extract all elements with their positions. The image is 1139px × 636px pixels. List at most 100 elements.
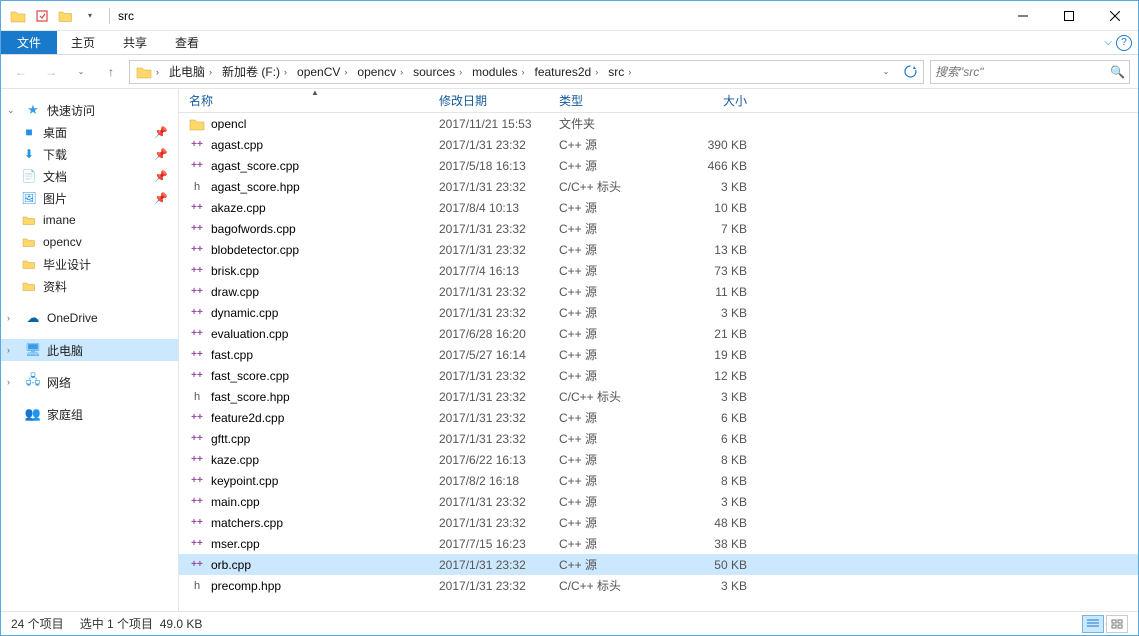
file-row[interactable]: ++feature2d.cpp2017/1/31 23:32C++ 源6 KB — [179, 407, 1138, 428]
pin-icon: 📌 — [154, 126, 178, 139]
file-row[interactable]: ++agast_score.cpp2017/5/18 16:13C++ 源466… — [179, 155, 1138, 176]
file-name: bagofwords.cpp — [211, 222, 296, 236]
col-size[interactable]: 大小 — [675, 92, 747, 109]
star-icon: ★ — [25, 102, 41, 118]
ribbon-file-tab[interactable]: 文件 — [1, 31, 57, 54]
addr-dropdown-icon[interactable]: ⌄ — [875, 61, 897, 83]
file-row[interactable]: ++main.cpp2017/1/31 23:32C++ 源3 KB — [179, 491, 1138, 512]
ribbon-tab[interactable]: 主页 — [57, 31, 109, 54]
file-row[interactable]: ++fast.cpp2017/5/27 16:14C++ 源19 KB — [179, 344, 1138, 365]
file-row[interactable]: ++bagofwords.cpp2017/1/31 23:32C++ 源7 KB — [179, 218, 1138, 239]
file-row[interactable]: ++agast.cpp2017/1/31 23:32C++ 源390 KB — [179, 134, 1138, 155]
sidebar-item[interactable]: 📄文档📌 — [1, 165, 178, 187]
address-bar[interactable]: › 此电脑›新加卷 (F:)›openCV›opencv›sources›mod… — [129, 60, 924, 84]
file-row[interactable]: ++keypoint.cpp2017/8/2 16:18C++ 源8 KB — [179, 470, 1138, 491]
up-button[interactable]: ↑ — [99, 60, 123, 84]
breadcrumb-segment[interactable]: openCV› — [293, 61, 353, 83]
help-icon[interactable]: ? — [1116, 35, 1132, 51]
ribbon-expand-icon[interactable]: ⌵ — [1104, 37, 1112, 48]
breadcrumb-segment[interactable]: modules› — [468, 61, 530, 83]
sidebar-homegroup[interactable]: 👥家庭组 — [1, 403, 178, 425]
file-row[interactable]: hprecomp.hpp2017/1/31 23:32C/C++ 标头3 KB — [179, 575, 1138, 596]
search-input[interactable] — [935, 65, 1110, 79]
breadcrumb-segment[interactable]: features2d› — [530, 61, 604, 83]
ribbon-tab[interactable]: 共享 — [109, 31, 161, 54]
file-row[interactable]: ++gftt.cpp2017/1/31 23:32C++ 源6 KB — [179, 428, 1138, 449]
file-row[interactable]: ++blobdetector.cpp2017/1/31 23:32C++ 源13… — [179, 239, 1138, 260]
doc-icon: 📄 — [21, 168, 37, 184]
file-name: opencl — [211, 117, 246, 131]
file-row[interactable]: ++orb.cpp2017/1/31 23:32C++ 源50 KB — [179, 554, 1138, 575]
sidebar-thispc[interactable]: ›🖥此电脑 — [1, 339, 178, 361]
file-type: C++ 源 — [559, 409, 675, 426]
file-row[interactable]: ++draw.cpp2017/1/31 23:32C++ 源11 KB — [179, 281, 1138, 302]
qat-dropdown-icon[interactable]: ▾ — [79, 5, 101, 27]
file-row[interactable]: ++fast_score.cpp2017/1/31 23:32C++ 源12 K… — [179, 365, 1138, 386]
file-row[interactable]: hagast_score.hpp2017/1/31 23:32C/C++ 标头3… — [179, 176, 1138, 197]
breadcrumb-segment[interactable]: opencv› — [353, 61, 409, 83]
view-icons-button[interactable] — [1106, 615, 1128, 633]
cpp-icon: ++ — [189, 263, 205, 279]
file-date: 2017/1/31 23:32 — [439, 411, 559, 425]
sidebar-quick-access[interactable]: ⌄★快速访问 — [1, 99, 178, 121]
file-type: C++ 源 — [559, 514, 675, 531]
breadcrumb-segment[interactable]: 此电脑› — [165, 61, 218, 83]
file-size: 50 KB — [675, 558, 747, 572]
file-size: 3 KB — [675, 306, 747, 320]
sidebar-item[interactable]: 🖼图片📌 — [1, 187, 178, 209]
refresh-icon[interactable] — [899, 61, 921, 83]
file-row[interactable]: ++dynamic.cpp2017/1/31 23:32C++ 源3 KB — [179, 302, 1138, 323]
file-type: C++ 源 — [559, 241, 675, 258]
file-pane: ▲ 名称 修改日期 类型 大小 opencl2017/11/21 15:53文件… — [179, 89, 1138, 611]
sidebar-item[interactable]: ⬇下载📌 — [1, 143, 178, 165]
col-type[interactable]: 类型 — [559, 92, 675, 109]
sidebar-item[interactable]: 资料 — [1, 275, 178, 297]
file-size: 3 KB — [675, 390, 747, 404]
cpp-icon: ++ — [189, 473, 205, 489]
breadcrumb-segment[interactable]: src› — [604, 61, 637, 83]
col-date[interactable]: 修改日期 — [439, 92, 559, 109]
qat-properties-icon[interactable] — [31, 5, 53, 27]
file-row[interactable]: opencl2017/11/21 15:53文件夹 — [179, 113, 1138, 134]
file-name: brisk.cpp — [211, 264, 259, 278]
sidebar-item[interactable]: opencv — [1, 231, 178, 253]
file-row[interactable]: ++matchers.cpp2017/1/31 23:32C++ 源48 KB — [179, 512, 1138, 533]
file-row[interactable]: ++evaluation.cpp2017/6/28 16:20C++ 源21 K… — [179, 323, 1138, 344]
file-row[interactable]: ++mser.cpp2017/7/15 16:23C++ 源38 KB — [179, 533, 1138, 554]
file-date: 2017/1/31 23:32 — [439, 306, 559, 320]
close-button[interactable] — [1092, 1, 1138, 31]
sidebar-item[interactable]: 毕业设计 — [1, 253, 178, 275]
sidebar-onedrive[interactable]: ›☁OneDrive — [1, 307, 178, 329]
breadcrumb-segment[interactable]: 新加卷 (F:)› — [218, 61, 293, 83]
breadcrumb-segment[interactable]: sources› — [409, 61, 468, 83]
network-icon: 🖧 — [25, 374, 41, 390]
sidebar-item[interactable]: ■桌面📌 — [1, 121, 178, 143]
file-type: C/C++ 标头 — [559, 577, 675, 594]
file-row[interactable]: hfast_score.hpp2017/1/31 23:32C/C++ 标头3 … — [179, 386, 1138, 407]
column-headers[interactable]: ▲ 名称 修改日期 类型 大小 — [179, 89, 1138, 113]
qat-newfolder-icon[interactable] — [55, 5, 77, 27]
file-date: 2017/1/31 23:32 — [439, 495, 559, 509]
file-row[interactable]: ++akaze.cpp2017/8/4 10:13C++ 源10 KB — [179, 197, 1138, 218]
file-type: C++ 源 — [559, 304, 675, 321]
cpp-icon: ++ — [189, 368, 205, 384]
search-icon[interactable]: 🔍 — [1110, 65, 1125, 79]
recent-dropdown[interactable]: ⌄ — [69, 60, 93, 84]
sidebar-item[interactable]: imane — [1, 209, 178, 231]
ribbon-tab[interactable]: 查看 — [161, 31, 213, 54]
file-name: dynamic.cpp — [211, 306, 278, 320]
search-box[interactable]: 🔍 — [930, 60, 1130, 84]
view-details-button[interactable] — [1082, 615, 1104, 633]
cpp-icon: ++ — [189, 284, 205, 300]
file-list[interactable]: opencl2017/11/21 15:53文件夹++agast.cpp2017… — [179, 113, 1138, 611]
file-row[interactable]: ++kaze.cpp2017/6/22 16:13C++ 源8 KB — [179, 449, 1138, 470]
folder-icon — [21, 278, 37, 294]
file-date: 2017/1/31 23:32 — [439, 138, 559, 152]
maximize-button[interactable] — [1046, 1, 1092, 31]
forward-button[interactable]: → — [39, 60, 63, 84]
back-button[interactable]: ← — [9, 60, 33, 84]
file-type: C++ 源 — [559, 220, 675, 237]
sidebar-network[interactable]: ›🖧网络 — [1, 371, 178, 393]
file-row[interactable]: ++brisk.cpp2017/7/4 16:13C++ 源73 KB — [179, 260, 1138, 281]
minimize-button[interactable] — [1000, 1, 1046, 31]
